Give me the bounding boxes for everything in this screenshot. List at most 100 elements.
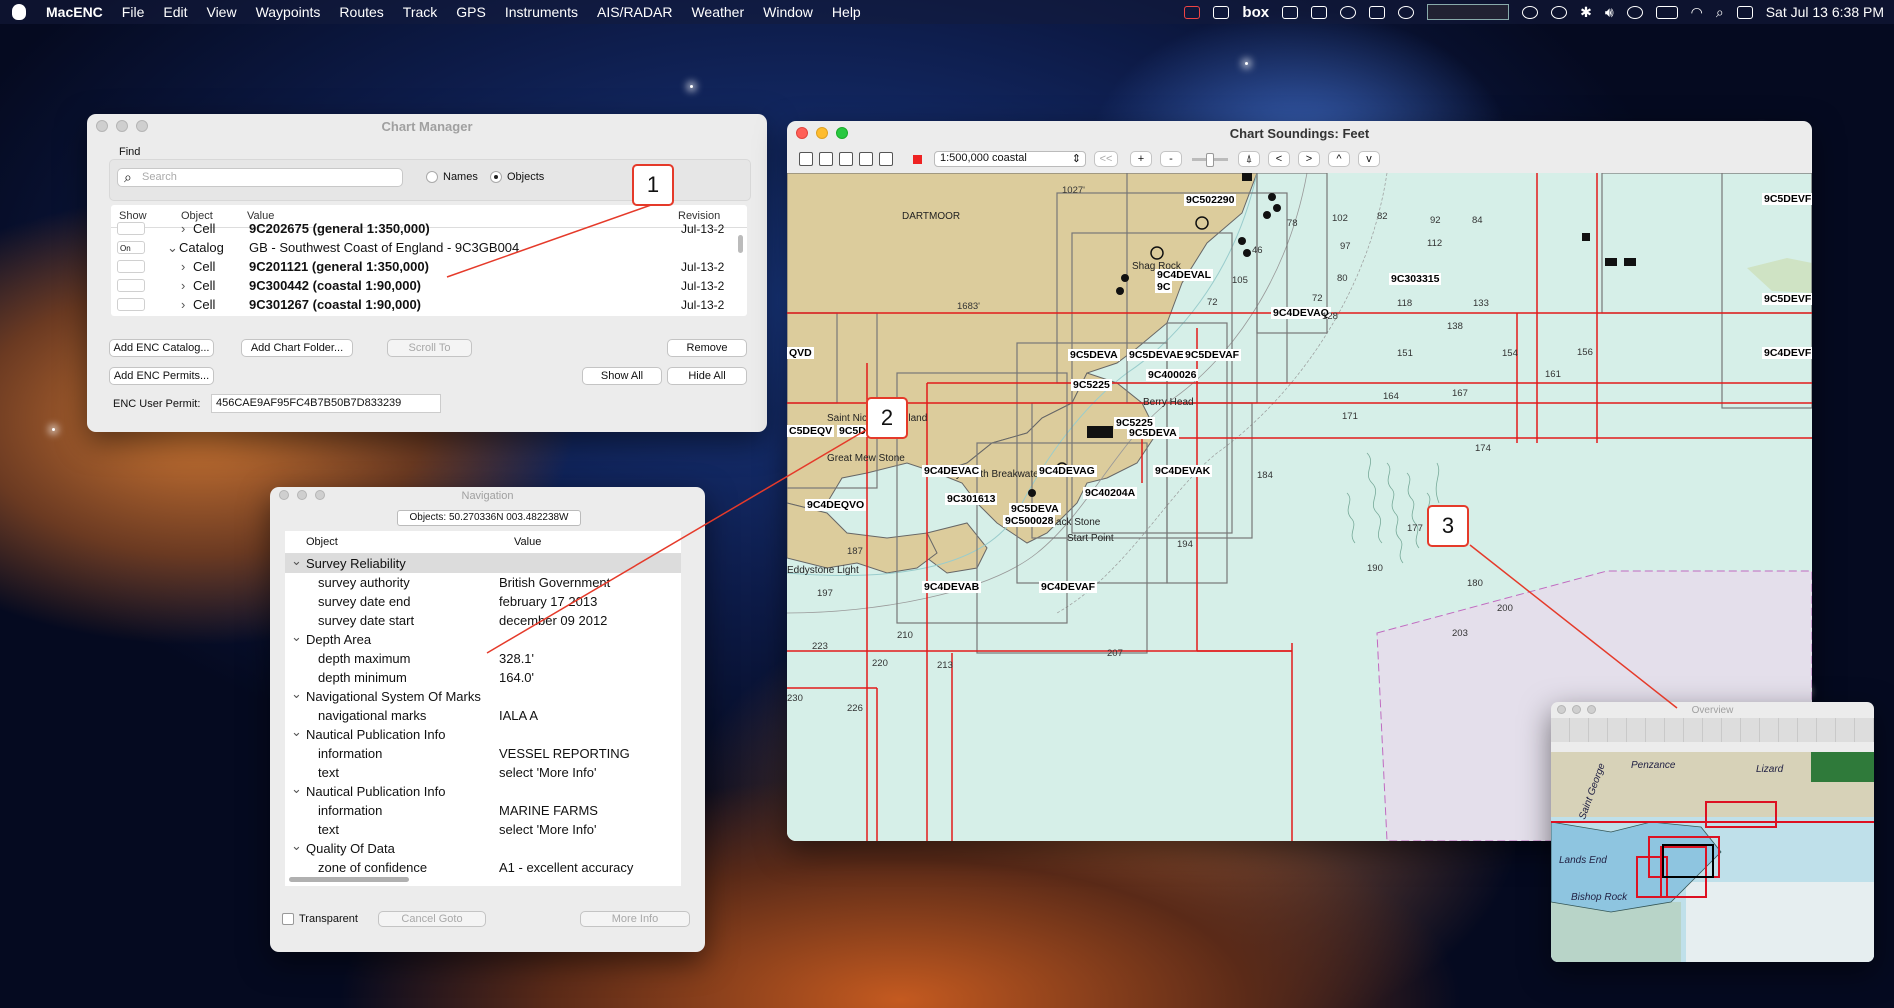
cell-label[interactable]: 9C500028 [1003,515,1056,527]
bluetooth-icon[interactable]: ✱ [1580,4,1592,21]
scale-select[interactable]: 1:500,000 coastal ⇕ [934,151,1086,167]
cell-label[interactable]: 9C4DEVAK [1153,465,1213,477]
add-enc-permits-button[interactable]: Add ENC Permits... [109,367,214,385]
menu-window[interactable]: Window [763,4,813,20]
pencil-tool-icon[interactable] [879,152,893,166]
show-popup[interactable] [117,260,145,273]
close-button[interactable] [96,120,108,132]
select-tool-icon[interactable] [819,152,833,166]
chevron-down-icon[interactable]: ⌄ [291,629,303,645]
cell-label[interactable]: 9C4DEQVO [805,499,867,511]
property-row[interactable]: text select 'More Info' [285,763,681,782]
remove-button[interactable]: Remove [667,339,747,357]
minimize-button[interactable] [816,127,828,139]
clock[interactable]: Sat Jul 13 6:38 PM [1766,4,1884,20]
route-tool-icon[interactable] [839,152,853,166]
menu-gps[interactable]: GPS [456,4,486,20]
property-row[interactable]: survey date end february 17 2013 [285,592,681,611]
show-popup[interactable]: On [117,241,145,254]
icloud-icon[interactable] [1398,5,1415,19]
add-chart-folder-button[interactable]: Add Chart Folder... [241,339,353,357]
volume-icon[interactable]: 🔊︎ [1605,4,1614,21]
minimize-button[interactable] [1572,705,1581,714]
more-info-button[interactable]: More Info [580,911,690,927]
catalog-row[interactable]: › Cell 9C201121 (general 1:350,000) Jul-13-… [111,257,747,276]
menu-instruments[interactable]: Instruments [505,4,578,20]
search-field[interactable]: ⌕ Search [117,168,403,187]
zoom-in-button[interactable]: + [1130,151,1152,167]
names-radio[interactable] [426,171,438,183]
cell-label[interactable]: 9C400026 [1146,369,1199,381]
show-popup[interactable] [117,222,145,235]
time-machine-icon[interactable] [1551,5,1568,19]
col-object[interactable]: Object [285,536,514,548]
cell-label[interactable]: 9C502290 [1184,194,1237,206]
show-popup[interactable] [117,279,145,292]
cell-label[interactable]: 9C [1155,281,1173,293]
chevron-right-icon[interactable]: › [181,297,193,312]
weather-icon[interactable] [1369,5,1386,19]
zoom-button[interactable] [136,120,148,132]
cell-label[interactable]: 9C40204A [1083,487,1138,499]
cell-label[interactable]: 9C5DEVAE [1127,349,1186,361]
menu-view[interactable]: View [206,4,236,20]
chevron-down-icon[interactable]: ⌄ [291,553,303,569]
menu-routes[interactable]: Routes [339,4,383,20]
property-row[interactable]: survey date start december 09 2012 [285,611,681,630]
property-row[interactable]: navigational marks IALA A [285,706,681,725]
play-icon[interactable] [1626,5,1643,19]
close-button[interactable] [796,127,808,139]
chevron-down-icon[interactable]: ⌄ [291,838,303,854]
col-show[interactable]: Show [111,210,171,222]
property-row[interactable]: information MARINE FARMS [285,801,681,820]
vpn-icon[interactable] [1522,5,1539,19]
zoom-button[interactable] [315,490,325,500]
zoom-button[interactable] [836,127,848,139]
overview-map[interactable]: Lands End Bishop Rock Penzance Lizard Sa… [1551,752,1874,962]
horizontal-scrollbar[interactable] [289,877,409,882]
zoom-slider[interactable] [1192,152,1228,167]
menu-track[interactable]: Track [403,4,437,20]
chevron-right-icon[interactable]: › [181,221,193,236]
zoom-button[interactable] [1587,705,1596,714]
group-row[interactable]: ⌄ Depth Area [285,629,681,649]
drive-icon[interactable] [1282,5,1299,19]
property-row[interactable]: survey authority British Government [285,573,681,592]
chart-manager-titlebar[interactable]: Chart Manager [87,114,767,138]
property-row[interactable]: depth minimum 164.0' [285,668,681,687]
cancel-goto-button[interactable]: Cancel Goto [378,911,486,927]
cell-label[interactable]: 9C4DEVAC [922,465,982,477]
zoom-out-button[interactable]: - [1160,151,1182,167]
range-tool-icon[interactable] [859,152,873,166]
menu-weather[interactable]: Weather [691,4,744,20]
group-row[interactable]: ⌄ Navigational System Of Marks [285,686,681,706]
close-button[interactable] [279,490,289,500]
cell-label[interactable]: 9C4DEVAL [1155,269,1214,281]
catalog-row[interactable]: › Cell 9C301267 (coastal 1:90,000) Jul-13-2 [111,295,747,314]
pan-up-button[interactable]: ^ [1328,151,1350,167]
group-row[interactable]: ⌄ Nautical Publication Info [285,781,681,801]
record-icon[interactable] [913,154,922,164]
chevron-down-icon[interactable]: ⌄ [291,686,303,702]
minimize-button[interactable] [297,490,307,500]
cell-label[interactable]: 9C5DEVF [1762,293,1812,305]
menu-edit[interactable]: Edit [163,4,187,20]
objects-radio[interactable] [490,171,502,183]
cell-label[interactable]: 9C5DEVA [1127,427,1179,439]
table-scrollbar[interactable] [738,235,743,253]
property-row[interactable]: depth maximum 328.1' [285,649,681,668]
close-button[interactable] [1557,705,1566,714]
cell-label[interactable]: 9C5DEVF [1762,193,1812,205]
group-row[interactable]: ⌄ Quality Of Data [285,838,681,858]
group-row[interactable]: ⌄ Nautical Publication Info [285,724,681,744]
overview-titlebar[interactable]: Overview [1551,702,1874,718]
pan-down-button[interactable]: v [1358,151,1380,167]
chart-titlebar[interactable]: Chart Soundings: Feet [787,121,1812,145]
show-all-button[interactable]: Show All [582,367,662,385]
scroll-to-button[interactable]: Scroll To [387,339,472,357]
group-row[interactable]: ⌄ Survey Reliability [285,553,681,573]
cell-label[interactable]: 9C4DEVF [1762,347,1812,359]
add-enc-catalog-button[interactable]: Add ENC Catalog... [109,339,214,357]
box-icon[interactable]: box [1242,4,1269,21]
cell-label[interactable]: C5DEQV [787,425,835,437]
